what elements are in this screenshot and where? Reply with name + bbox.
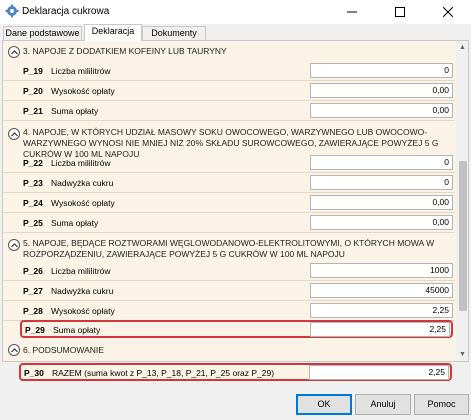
declaration-panel: 3. NAPOJE Z DODATKIEM KOFEINY LUB TAURYN… bbox=[2, 40, 469, 362]
collapse-section-3-button[interactable] bbox=[8, 46, 20, 58]
section-3-title: 3. NAPOJE Z DODATKIEM KOFEINY LUB TAURYN… bbox=[23, 46, 227, 56]
row-p25: P_25 Suma opłaty 0,00 bbox=[3, 213, 455, 233]
section-6-title: 6. PODSUMOWANIE bbox=[23, 345, 104, 355]
row-p26: P_26 Liczba mililitrów 1000 bbox=[3, 261, 455, 281]
vertical-scrollbar[interactable]: ▲ ▼ bbox=[456, 41, 468, 361]
cancel-button[interactable]: Anuluj bbox=[355, 394, 411, 415]
section-5-title: 5. NAPOJE, BĘDĄCE ROZTWORAMI WĘGLOWODANO… bbox=[23, 238, 435, 259]
field-label: Nadwyżka cukru bbox=[51, 286, 114, 296]
p28-input[interactable]: 2,25 bbox=[310, 303, 453, 318]
field-label: Liczba mililitrów bbox=[51, 266, 111, 276]
row-p21: P_21 Suma opłaty 0,00 bbox=[3, 101, 455, 121]
p29-input[interactable]: 2,25 bbox=[310, 322, 450, 337]
p30-input[interactable]: 2,25 bbox=[309, 365, 449, 380]
row-p28: P_28 Wysokość opłaty 2,25 bbox=[3, 301, 455, 321]
chevron-up-icon bbox=[11, 348, 18, 353]
field-code: P_28 bbox=[23, 306, 43, 316]
scrollbar-thumb[interactable] bbox=[459, 161, 467, 311]
maximize-button[interactable] bbox=[377, 0, 423, 24]
row-p29: P_29 Suma opłaty 2,25 bbox=[20, 320, 453, 338]
row-p22: P_22 Liczba mililitrów 0 bbox=[3, 153, 455, 173]
field-label: Suma opłaty bbox=[53, 325, 101, 335]
window-title: Deklaracja cukrowa bbox=[22, 6, 110, 17]
field-label: Wysokość opłaty bbox=[51, 306, 115, 316]
tab-strip: Dane podstawowe Deklaracja Dokumenty bbox=[0, 24, 471, 41]
collapse-section-4-button[interactable] bbox=[8, 128, 20, 140]
field-code: P_19 bbox=[23, 66, 43, 76]
field-code: P_27 bbox=[23, 286, 43, 296]
field-code: P_25 bbox=[23, 218, 43, 228]
field-code: P_29 bbox=[25, 325, 45, 335]
field-code: P_23 bbox=[23, 178, 43, 188]
field-label: Suma opłaty bbox=[51, 218, 99, 228]
field-label: RAZEM (suma kwot z P_13, P_18, P_21, P_2… bbox=[52, 368, 275, 378]
row-p30: P_30 RAZEM (suma kwot z P_13, P_18, P_21… bbox=[19, 363, 452, 381]
field-label: Suma opłaty bbox=[51, 106, 99, 116]
p19-input[interactable]: 0 bbox=[310, 63, 453, 78]
field-code: P_30 bbox=[24, 368, 44, 378]
tab-dane-podstawowe[interactable]: Dane podstawowe bbox=[3, 26, 82, 40]
gear-icon bbox=[5, 4, 19, 18]
field-code: P_22 bbox=[23, 158, 43, 168]
field-code: P_21 bbox=[23, 106, 43, 116]
ok-button[interactable]: OK bbox=[296, 394, 352, 415]
p22-input[interactable]: 0 bbox=[310, 155, 453, 170]
close-button[interactable] bbox=[425, 0, 471, 24]
p26-input[interactable]: 1000 bbox=[310, 263, 453, 278]
p24-input[interactable]: 0,00 bbox=[310, 195, 453, 210]
help-button[interactable]: Pomoc bbox=[414, 394, 469, 415]
p20-input[interactable]: 0,00 bbox=[310, 83, 453, 98]
minimize-button[interactable] bbox=[329, 0, 375, 24]
minimize-icon bbox=[347, 11, 357, 13]
collapse-section-5-button[interactable] bbox=[8, 239, 20, 251]
tab-deklaracja[interactable]: Deklaracja bbox=[84, 24, 142, 41]
scroll-up-arrow-icon[interactable]: ▲ bbox=[456, 41, 468, 54]
row-p24: P_24 Wysokość opłaty 0,00 bbox=[3, 193, 455, 213]
maximize-icon bbox=[395, 7, 405, 17]
field-code: P_24 bbox=[23, 198, 43, 208]
row-p27: P_27 Nadwyżka cukru 45000 bbox=[3, 281, 455, 301]
field-code: P_20 bbox=[23, 86, 43, 96]
field-code: P_26 bbox=[23, 266, 43, 276]
row-p19: P_19 Liczba mililitrów 0 bbox=[3, 61, 455, 81]
chevron-up-icon bbox=[11, 50, 18, 55]
field-label: Wysokość opłaty bbox=[51, 198, 115, 208]
collapse-section-6-button[interactable] bbox=[8, 344, 20, 356]
scroll-down-arrow-icon[interactable]: ▼ bbox=[456, 348, 468, 361]
title-bar: Deklaracja cukrowa bbox=[0, 0, 471, 24]
p25-input[interactable]: 0,00 bbox=[310, 215, 453, 230]
field-label: Wysokość opłaty bbox=[51, 86, 115, 96]
field-label: Liczba mililitrów bbox=[51, 158, 111, 168]
close-icon bbox=[443, 7, 453, 17]
row-p23: P_23 Nadwyżka cukru 0 bbox=[3, 173, 455, 193]
row-p20: P_20 Wysokość opłaty 0,00 bbox=[3, 81, 455, 101]
tab-dokumenty[interactable]: Dokumenty bbox=[142, 26, 206, 40]
field-label: Nadwyżka cukru bbox=[51, 178, 114, 188]
p27-input[interactable]: 45000 bbox=[310, 283, 453, 298]
field-label: Liczba mililitrów bbox=[51, 66, 111, 76]
p23-input[interactable]: 0 bbox=[310, 175, 453, 190]
chevron-up-icon bbox=[11, 132, 18, 137]
p21-input[interactable]: 0,00 bbox=[310, 103, 453, 118]
chevron-up-icon bbox=[11, 243, 18, 248]
